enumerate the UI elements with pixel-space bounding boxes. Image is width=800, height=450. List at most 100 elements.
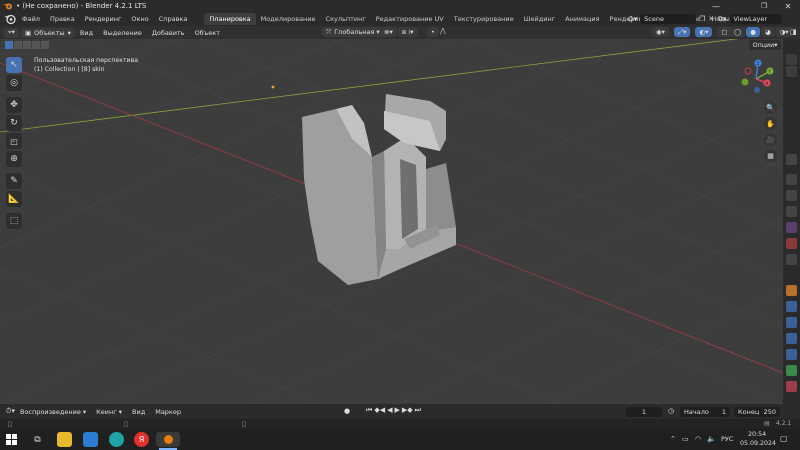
- next-keyframe-icon[interactable]: ▶◆: [402, 406, 413, 415]
- tab-shading[interactable]: Шейдинг: [519, 13, 561, 25]
- visibility-button[interactable]: ◉▾: [652, 27, 669, 37]
- tool-select-box[interactable]: ↖: [6, 57, 22, 73]
- collection-properties-icon[interactable]: [786, 254, 797, 265]
- jump-start-icon[interactable]: ⏮: [366, 406, 372, 415]
- battery-icon[interactable]: ▭: [682, 435, 689, 443]
- minimize-button[interactable]: —: [704, 0, 728, 12]
- shading-wireframe-button[interactable]: ◯: [730, 27, 746, 37]
- language-indicator[interactable]: РУС: [721, 435, 733, 443]
- material-properties-icon[interactable]: [786, 381, 797, 392]
- falloff-icon[interactable]: ⋀: [440, 27, 446, 35]
- ortho-toggle-button[interactable]: ▦: [764, 149, 777, 162]
- output-properties-icon[interactable]: [786, 190, 797, 201]
- clock-icon[interactable]: ◷: [668, 407, 674, 415]
- camera-lock-icon[interactable]: [786, 54, 797, 65]
- timeline-editor-icon[interactable]: ⏱▾: [6, 407, 15, 416]
- options-dropdown[interactable]: Опции ▾: [749, 40, 781, 50]
- clock-date[interactable]: 05.09.2024: [740, 440, 776, 447]
- 3d-viewport[interactable]: Пользовательская перспектива (1) Collect…: [0, 39, 783, 404]
- marker-menu[interactable]: Маркер: [150, 408, 186, 416]
- tool-add-cube[interactable]: ⬚: [6, 213, 22, 229]
- task-view-icon[interactable]: ⧉: [30, 432, 45, 447]
- volume-icon[interactable]: 🔈: [707, 435, 716, 443]
- chevron-up-icon[interactable]: ⌃: [670, 435, 676, 443]
- pan-button[interactable]: ✋: [764, 117, 777, 130]
- select-extend-icon[interactable]: [14, 41, 22, 49]
- auto-keying-icon[interactable]: ●: [344, 407, 350, 415]
- select-new-icon[interactable]: [5, 41, 13, 49]
- scene-selector-icon[interactable]: ⛭▾: [628, 15, 637, 24]
- clock-time[interactable]: 20:54: [748, 431, 766, 438]
- tool-move[interactable]: ✥: [6, 97, 22, 113]
- blender-taskbar-icon[interactable]: [156, 432, 180, 447]
- view-layer-properties-icon[interactable]: [786, 206, 797, 217]
- mode-selector[interactable]: ▣ Объекты ▾: [20, 27, 75, 38]
- transform-orientation-selector[interactable]: ⤧ Глобальная ▾: [322, 27, 384, 37]
- close-button[interactable]: ✕: [776, 0, 800, 12]
- tool-annotate[interactable]: ✎: [6, 173, 22, 189]
- gizmo-toggle-button[interactable]: ⤢▾: [673, 27, 691, 37]
- snap-button[interactable]: ⧈ ⁞▾: [398, 27, 418, 37]
- current-frame-field[interactable]: 1: [626, 407, 662, 417]
- maximize-button[interactable]: ❐: [752, 0, 776, 12]
- view-layer-icon[interactable]: ⧉▾: [718, 15, 727, 24]
- menu-file[interactable]: Файл: [17, 15, 45, 23]
- overlay-toggle-button[interactable]: ◐▾: [695, 27, 713, 37]
- edge-browser-icon[interactable]: [109, 432, 124, 447]
- menu-view[interactable]: Вид: [75, 29, 98, 37]
- shading-solid-button[interactable]: ●: [746, 27, 760, 37]
- particles-properties-icon[interactable]: [786, 317, 797, 328]
- end-frame-field[interactable]: Конец 250: [734, 407, 780, 417]
- pivot-point-button[interactable]: ⊗▾: [380, 27, 397, 37]
- tab-sculpting[interactable]: Скульптинг: [321, 13, 371, 25]
- editor-type-button[interactable]: ⌖▾: [4, 27, 19, 38]
- select-subtract-icon[interactable]: [23, 41, 31, 49]
- navigation-gizmo[interactable]: Y Z X: [736, 57, 778, 99]
- play-icon[interactable]: ▶: [394, 406, 399, 415]
- tool-measure[interactable]: 📐: [6, 191, 22, 207]
- world-properties-icon[interactable]: [786, 238, 797, 249]
- select-invert-icon[interactable]: [32, 41, 40, 49]
- new-scene-icon[interactable]: ❐: [699, 15, 705, 23]
- physics-properties-icon[interactable]: [786, 333, 797, 344]
- menu-add[interactable]: Добавить: [147, 29, 190, 37]
- play-reverse-icon[interactable]: ◀: [387, 406, 392, 415]
- shading-material-button[interactable]: ◕: [760, 27, 775, 37]
- tool-rotate[interactable]: ↻: [6, 115, 22, 131]
- menu-edit[interactable]: Правка: [45, 15, 80, 23]
- keying-menu[interactable]: Кеинг ▾: [91, 408, 127, 416]
- camera-view-lock-icon[interactable]: [786, 66, 797, 77]
- file-explorer-icon[interactable]: [57, 432, 72, 447]
- proportional-edit-button[interactable]: •: [427, 27, 439, 37]
- select-intersect-icon[interactable]: [41, 41, 49, 49]
- timeline-view-menu[interactable]: Вид: [127, 408, 150, 416]
- notifications-icon[interactable]: ▢: [780, 434, 788, 443]
- menu-object[interactable]: Объект: [190, 29, 225, 37]
- microsoft-store-icon[interactable]: [83, 432, 98, 447]
- remove-scene-icon[interactable]: ✕: [708, 15, 714, 23]
- wifi-icon[interactable]: ◠: [695, 435, 701, 443]
- sidebar-toggle-icon[interactable]: ◨: [790, 28, 797, 36]
- view-layer-field[interactable]: ViewLayer: [729, 14, 782, 24]
- playback-menu[interactable]: Воспроизведение ▾: [15, 408, 91, 416]
- tool-properties-icon[interactable]: [786, 154, 797, 165]
- tool-scale[interactable]: ◰: [6, 133, 22, 149]
- menu-help[interactable]: Справка: [154, 15, 193, 23]
- scene-properties-icon[interactable]: [786, 222, 797, 233]
- object-properties-icon[interactable]: [786, 285, 797, 296]
- modifier-properties-icon[interactable]: [786, 301, 797, 312]
- windows-start-icon[interactable]: [6, 434, 17, 445]
- zoom-button[interactable]: 🔍: [764, 101, 777, 114]
- start-frame-field[interactable]: Начало 1: [680, 407, 730, 417]
- tool-transform[interactable]: ⊕: [6, 151, 22, 167]
- tool-cursor[interactable]: ◎: [6, 75, 22, 91]
- yandex-browser-icon[interactable]: Я: [134, 432, 149, 447]
- render-properties-icon[interactable]: [786, 174, 797, 185]
- data-properties-icon[interactable]: [786, 365, 797, 376]
- camera-view-button[interactable]: 🎥: [764, 133, 777, 146]
- tab-uv-editing[interactable]: Редактирование UV: [371, 13, 449, 25]
- menu-select[interactable]: Выделение: [98, 29, 147, 37]
- tab-animation[interactable]: Анимация: [560, 13, 604, 25]
- tab-layout[interactable]: Планировка: [204, 13, 256, 25]
- menu-render[interactable]: Рендеринг: [80, 15, 127, 23]
